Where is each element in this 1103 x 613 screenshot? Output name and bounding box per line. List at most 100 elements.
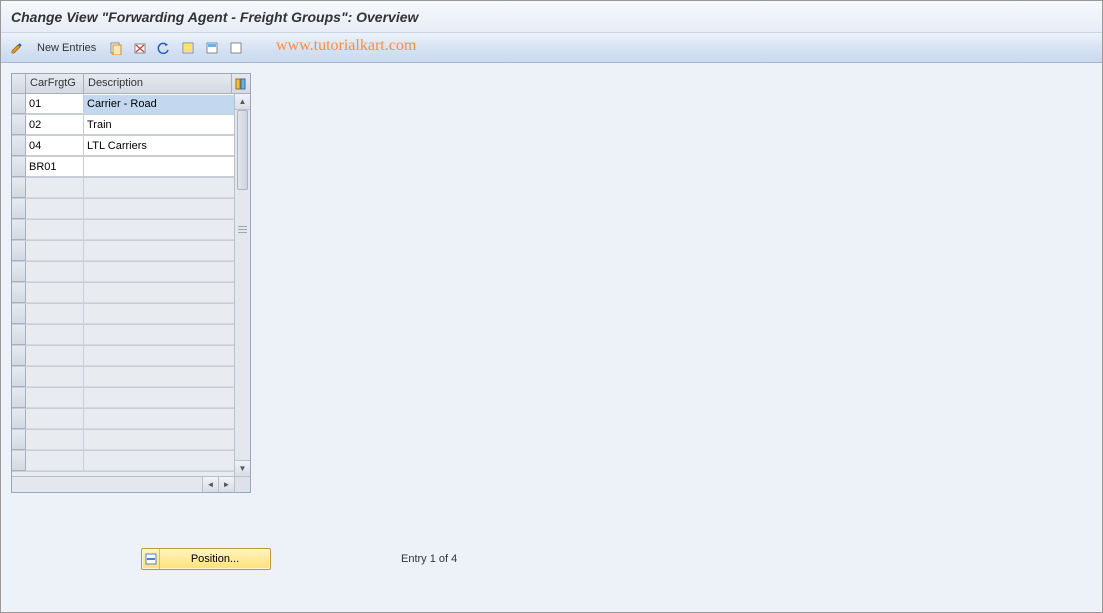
table-row	[12, 346, 234, 367]
select-block-icon[interactable]	[202, 38, 222, 58]
freight-groups-table: CarFrgtG Description ▲ ▼ ◄ ►	[11, 73, 251, 493]
row-selector[interactable]	[12, 178, 26, 198]
row-selector[interactable]	[12, 241, 26, 261]
column-header-desc[interactable]: Description	[84, 74, 232, 93]
table-row	[12, 451, 234, 472]
cell-desc	[84, 199, 234, 219]
cell-desc	[84, 388, 234, 408]
cell-desc	[84, 283, 234, 303]
undo-icon[interactable]	[154, 38, 174, 58]
cell-desc	[84, 325, 234, 345]
table-row	[12, 157, 234, 178]
row-selector[interactable]	[12, 304, 26, 324]
code-input[interactable]	[26, 95, 83, 114]
column-header-code[interactable]: CarFrgtG	[26, 74, 84, 93]
row-selector[interactable]	[12, 388, 26, 408]
table-row	[12, 304, 234, 325]
cell-desc	[84, 262, 234, 282]
cell-code[interactable]	[26, 94, 84, 114]
position-label: Position...	[160, 553, 270, 565]
table-row	[12, 262, 234, 283]
cell-desc	[84, 451, 234, 471]
row-selector[interactable]	[12, 262, 26, 282]
desc-input[interactable]	[84, 116, 234, 135]
table-row	[12, 136, 234, 157]
table-row	[12, 115, 234, 136]
cell-code	[26, 325, 84, 345]
vertical-scrollbar[interactable]: ▲ ▼	[234, 94, 250, 476]
row-selector[interactable]	[12, 409, 26, 429]
code-input[interactable]	[26, 137, 83, 156]
scroll-left-icon[interactable]: ◄	[202, 477, 218, 492]
cell-desc	[84, 304, 234, 324]
horizontal-scrollbar[interactable]: ◄ ►	[12, 476, 234, 492]
desc-input[interactable]	[84, 95, 234, 114]
table-row	[12, 178, 234, 199]
footer: Position... Entry 1 of 4	[1, 548, 1102, 570]
row-selector[interactable]	[12, 451, 26, 471]
delete-icon[interactable]	[130, 38, 150, 58]
scroll-right-icon[interactable]: ►	[218, 477, 234, 492]
scroll-down-icon[interactable]: ▼	[235, 460, 250, 476]
code-input[interactable]	[26, 116, 83, 135]
entry-counter: Entry 1 of 4	[401, 553, 457, 565]
table-row	[12, 94, 234, 115]
select-all-column[interactable]	[12, 74, 26, 93]
cell-desc	[84, 241, 234, 261]
code-input[interactable]	[26, 158, 83, 177]
cell-code	[26, 346, 84, 366]
cell-code	[26, 220, 84, 240]
cell-desc	[84, 367, 234, 387]
copy-icon[interactable]	[106, 38, 126, 58]
cell-desc	[84, 178, 234, 198]
toggle-change-icon[interactable]	[7, 38, 27, 58]
cell-desc	[84, 430, 234, 450]
table-body: ▲ ▼ ◄ ►	[12, 94, 250, 492]
table-row	[12, 325, 234, 346]
row-selector[interactable]	[12, 199, 26, 219]
watermark-text: www.tutorialkart.com	[276, 37, 416, 55]
row-selector[interactable]	[12, 430, 26, 450]
row-selector[interactable]	[12, 115, 26, 135]
desc-input[interactable]	[84, 137, 234, 156]
cell-desc	[84, 409, 234, 429]
cell-code[interactable]	[26, 115, 84, 135]
cell-desc[interactable]	[84, 94, 234, 114]
table-header: CarFrgtG Description	[12, 74, 250, 94]
cell-code	[26, 262, 84, 282]
table-row	[12, 241, 234, 262]
cell-code	[26, 409, 84, 429]
row-selector[interactable]	[12, 136, 26, 156]
deselect-all-icon[interactable]	[226, 38, 246, 58]
cell-code[interactable]	[26, 136, 84, 156]
row-selector[interactable]	[12, 283, 26, 303]
row-selector[interactable]	[12, 94, 26, 114]
select-all-icon[interactable]	[178, 38, 198, 58]
cell-code	[26, 199, 84, 219]
table-row	[12, 220, 234, 241]
title-bar: Change View "Forwarding Agent - Freight …	[1, 1, 1102, 33]
cell-desc[interactable]	[84, 157, 234, 177]
page-title: Change View "Forwarding Agent - Freight …	[11, 9, 418, 25]
desc-input[interactable]	[84, 158, 234, 177]
row-selector[interactable]	[12, 325, 26, 345]
cell-code[interactable]	[26, 157, 84, 177]
cell-code	[26, 241, 84, 261]
cell-desc	[84, 346, 234, 366]
row-selector[interactable]	[12, 157, 26, 177]
content-area: CarFrgtG Description ▲ ▼ ◄ ►	[1, 63, 1102, 612]
table-row	[12, 283, 234, 304]
cell-desc[interactable]	[84, 115, 234, 135]
row-selector[interactable]	[12, 346, 26, 366]
row-selector[interactable]	[12, 220, 26, 240]
new-entries-button[interactable]: New Entries	[31, 38, 102, 58]
cell-desc[interactable]	[84, 136, 234, 156]
scroll-thumb[interactable]	[237, 110, 248, 190]
table-row	[12, 409, 234, 430]
row-selector[interactable]	[12, 367, 26, 387]
scroll-up-icon[interactable]: ▲	[235, 94, 250, 110]
position-button[interactable]: Position...	[141, 548, 271, 570]
cell-code	[26, 367, 84, 387]
cell-code	[26, 178, 84, 198]
table-settings-icon[interactable]	[232, 74, 250, 93]
